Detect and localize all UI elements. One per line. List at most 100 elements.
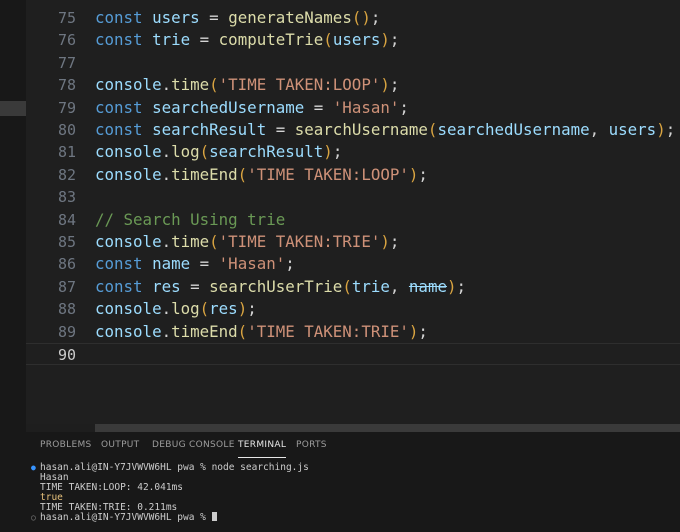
code-token: const <box>95 120 143 139</box>
code-token: 'TIME TAKEN:LOOP' <box>247 165 409 184</box>
code-token: 'Hasan' <box>218 254 286 273</box>
code-token: = <box>180 277 210 296</box>
bottom-panel: PROBLEMS OUTPUT DEBUG CONSOLE TERMINAL P… <box>26 432 680 532</box>
code-token: ; <box>399 98 409 117</box>
terminal-cursor <box>211 512 217 521</box>
code-token: ; <box>332 142 343 161</box>
line-number: 75 <box>57 9 76 27</box>
code-token: searchedUsername <box>437 120 590 139</box>
tab-output[interactable]: OUTPUT <box>101 440 139 450</box>
code-token: ) <box>323 142 333 161</box>
tab-debug-console[interactable]: DEBUG CONSOLE <box>152 440 235 450</box>
line-number: 89 <box>57 323 76 341</box>
code-token: () <box>351 8 371 27</box>
code-token: . <box>161 232 172 251</box>
code-token: ( <box>237 322 248 341</box>
code-token: ; <box>247 299 257 318</box>
code-token: ( <box>199 142 210 161</box>
code-token: = <box>266 120 295 139</box>
code-token: log <box>171 299 200 318</box>
code-line[interactable]: 81 console.log(searchResult); <box>26 141 680 163</box>
tab-problems[interactable]: PROBLEMS <box>40 440 92 450</box>
code-token: users <box>608 120 657 139</box>
code-line[interactable]: 90 <box>26 343 680 365</box>
code-text: console.time('TIME TAKEN:LOOP'); <box>95 74 399 96</box>
code-token: . <box>161 165 172 184</box>
code-token: = <box>190 254 219 273</box>
code-token: . <box>161 299 172 318</box>
code-token: const <box>95 98 143 117</box>
code-token: ; <box>665 120 676 139</box>
tab-ports[interactable]: PORTS <box>296 440 327 450</box>
code-token: const <box>95 8 143 27</box>
code-token: console <box>95 232 162 251</box>
code-text: console.time('TIME TAKEN:TRIE'); <box>95 231 399 253</box>
code-line[interactable]: 84 // Search Using trie <box>26 209 680 231</box>
terminal-prompt-text: hasan.ali@IN-Y7JVWVW6HL pwa % <box>40 512 212 523</box>
code-token: ( <box>199 299 210 318</box>
code-token: searchResult <box>152 120 267 139</box>
code-token: ( <box>209 75 219 94</box>
code-line[interactable]: 86 const name = 'Hasan'; <box>26 253 680 275</box>
code-text: const trie = computeTrie(users); <box>95 29 399 51</box>
code-token: ; <box>389 232 400 251</box>
terminal-prompt-line[interactable]: hasan.ali@IN-Y7JVWVW6HL pwa % <box>40 512 217 523</box>
line-number: 84 <box>57 211 76 229</box>
line-number: 79 <box>57 99 76 117</box>
code-token: , <box>589 120 609 139</box>
code-line[interactable]: 77 <box>26 52 680 74</box>
code-text: console.timeEnd('TIME TAKEN:LOOP'); <box>95 164 428 186</box>
code-line[interactable]: 75 const users = generateNames(); <box>26 7 680 29</box>
code-line[interactable]: 76 const trie = computeTrie(users); <box>26 29 680 51</box>
code-line[interactable]: 87 const res = searchUserTrie(trie, name)… <box>26 276 680 298</box>
code-token: searchResult <box>209 142 324 161</box>
code-token: ; <box>285 254 295 273</box>
code-line[interactable]: 79 const searchedUsername = 'Hasan'; <box>26 97 680 119</box>
code-token: = <box>190 30 219 49</box>
activity-bar-highlight <box>0 101 26 116</box>
code-token: res <box>209 299 238 318</box>
code-token: const <box>95 277 143 296</box>
terminal-command-line: hasan.ali@IN-Y7JVWVW6HL pwa % node searc… <box>40 462 309 473</box>
prompt-status-circle-icon: ○ <box>31 513 36 522</box>
code-token: . <box>161 322 172 341</box>
code-text: const name = 'Hasan'; <box>95 253 295 275</box>
code-token: ) <box>656 120 666 139</box>
tab-terminal[interactable]: TERMINAL <box>238 440 287 458</box>
code-token: console <box>95 165 162 184</box>
code-line[interactable]: 83 <box>26 186 680 208</box>
line-number: 87 <box>57 278 76 296</box>
code-line[interactable]: 89 console.timeEnd('TIME TAKEN:TRIE'); <box>26 321 680 343</box>
line-number: 86 <box>57 255 76 273</box>
horizontal-scrollbar[interactable] <box>95 424 680 432</box>
code-token: 'TIME TAKEN:TRIE' <box>218 232 381 251</box>
code-token: users <box>152 8 200 27</box>
line-number: 90 <box>57 346 76 364</box>
code-token: ) <box>380 232 390 251</box>
code-token: searchUsername <box>294 120 428 139</box>
code-token: ( <box>209 232 219 251</box>
code-token: timeEnd <box>171 165 238 184</box>
code-token: ) <box>408 165 419 184</box>
code-token: ; <box>370 8 381 27</box>
code-token: ( <box>237 165 248 184</box>
code-line[interactable]: 82 console.timeEnd('TIME TAKEN:LOOP'); <box>26 164 680 186</box>
line-number: 88 <box>57 300 76 318</box>
line-number: 82 <box>57 166 76 184</box>
code-token: 'TIME TAKEN:LOOP' <box>218 75 381 94</box>
code-line[interactable]: 85 console.time('TIME TAKEN:TRIE'); <box>26 231 680 253</box>
code-text: const users = generateNames(); <box>95 7 380 29</box>
code-token: ( <box>323 30 333 49</box>
code-line[interactable]: 88 console.log(res); <box>26 298 680 320</box>
code-token: ; <box>389 30 400 49</box>
command-status-dot-icon: ● <box>31 463 36 472</box>
code-token: name <box>408 277 447 296</box>
code-line[interactable]: 78 console.time('TIME TAKEN:LOOP'); <box>26 74 680 96</box>
code-editor[interactable]: 75 const users = generateNames(); 76 const … <box>26 0 680 424</box>
code-token: 'TIME TAKEN:TRIE' <box>247 322 409 341</box>
code-token: users <box>332 30 381 49</box>
code-line[interactable]: 80 const searchResult = searchUsername(se… <box>26 119 680 141</box>
